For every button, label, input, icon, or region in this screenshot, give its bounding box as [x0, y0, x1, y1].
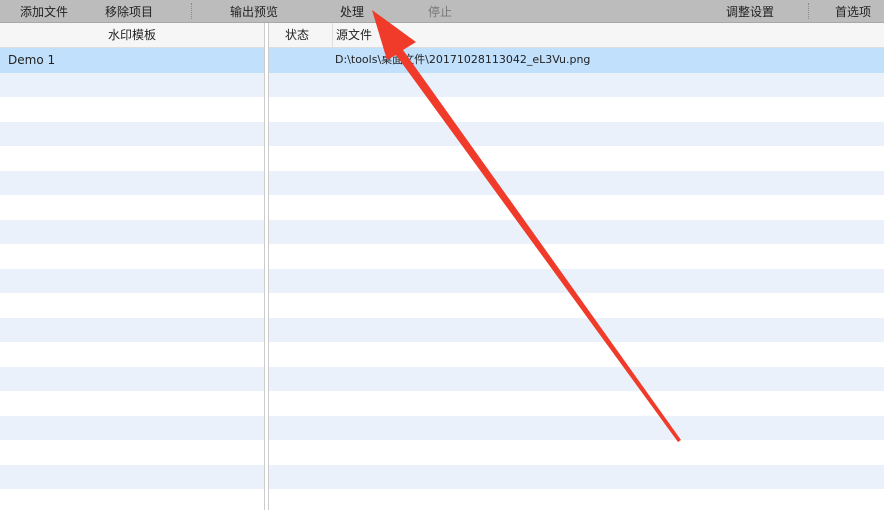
template-row[interactable] — [0, 146, 264, 171]
template-header-label: 水印模板 — [107, 28, 156, 42]
preferences-button[interactable]: 首选项 — [835, 3, 871, 20]
toolbar: 添加文件 移除项目 输出预览 处理 停止 调整设置 首选项 — [0, 0, 884, 23]
template-row[interactable] — [0, 489, 264, 510]
template-row[interactable] — [0, 317, 264, 342]
add-file-button[interactable]: 添加文件 — [20, 3, 68, 20]
file-row[interactable] — [269, 72, 884, 97]
template-row[interactable] — [0, 366, 264, 391]
watermark-template-list[interactable]: 水印模板 Demo 1 — [0, 23, 265, 510]
file-list[interactable]: 状态 源文件 D:\tools\桌面文件\20171028113042_eL3V… — [268, 23, 884, 510]
template-row[interactable] — [0, 195, 264, 220]
template-row[interactable] — [0, 97, 264, 122]
file-row[interactable] — [269, 268, 884, 293]
remove-item-button[interactable]: 移除项目 — [105, 3, 153, 20]
file-row[interactable] — [269, 440, 884, 465]
template-row[interactable] — [0, 219, 264, 244]
template-row[interactable] — [0, 170, 264, 195]
process-button[interactable]: 处理 — [340, 3, 364, 20]
status-column-header[interactable]: 状态 — [285, 23, 309, 47]
file-row[interactable] — [269, 391, 884, 416]
template-row[interactable] — [0, 268, 264, 293]
template-name: Demo 1 — [8, 53, 56, 67]
file-source-path: D:\tools\桌面文件\20171028113042_eL3Vu.png — [335, 53, 591, 66]
file-row[interactable] — [269, 415, 884, 440]
output-preview-button[interactable]: 输出预览 — [230, 3, 278, 20]
template-header[interactable]: 水印模板 — [0, 23, 264, 48]
template-row[interactable] — [0, 121, 264, 146]
template-row[interactable] — [0, 72, 264, 97]
toolbar-separator — [191, 3, 192, 19]
template-row[interactable] — [0, 440, 264, 465]
file-row[interactable] — [269, 244, 884, 269]
file-row[interactable] — [269, 170, 884, 195]
file-row[interactable] — [269, 489, 884, 510]
file-row[interactable] — [269, 293, 884, 318]
file-row[interactable] — [269, 342, 884, 367]
template-row[interactable] — [0, 464, 264, 489]
file-row[interactable] — [269, 195, 884, 220]
file-row[interactable]: D:\tools\桌面文件\20171028113042_eL3Vu.png — [269, 48, 884, 73]
template-row[interactable] — [0, 391, 264, 416]
file-row[interactable] — [269, 97, 884, 122]
adjust-settings-button[interactable]: 调整设置 — [726, 3, 774, 20]
file-row[interactable] — [269, 317, 884, 342]
file-row[interactable] — [269, 219, 884, 244]
file-row[interactable] — [269, 146, 884, 171]
file-row[interactable] — [269, 366, 884, 391]
template-row[interactable] — [0, 415, 264, 440]
template-row[interactable]: Demo 1 — [0, 48, 264, 73]
template-row[interactable] — [0, 342, 264, 367]
file-list-header: 状态 源文件 — [269, 23, 884, 48]
template-row[interactable] — [0, 244, 264, 269]
template-row[interactable] — [0, 293, 264, 318]
stop-button[interactable]: 停止 — [428, 3, 452, 20]
toolbar-separator — [808, 3, 809, 19]
file-row[interactable] — [269, 464, 884, 489]
file-row[interactable] — [269, 121, 884, 146]
source-column-header[interactable]: 源文件 — [336, 23, 372, 47]
